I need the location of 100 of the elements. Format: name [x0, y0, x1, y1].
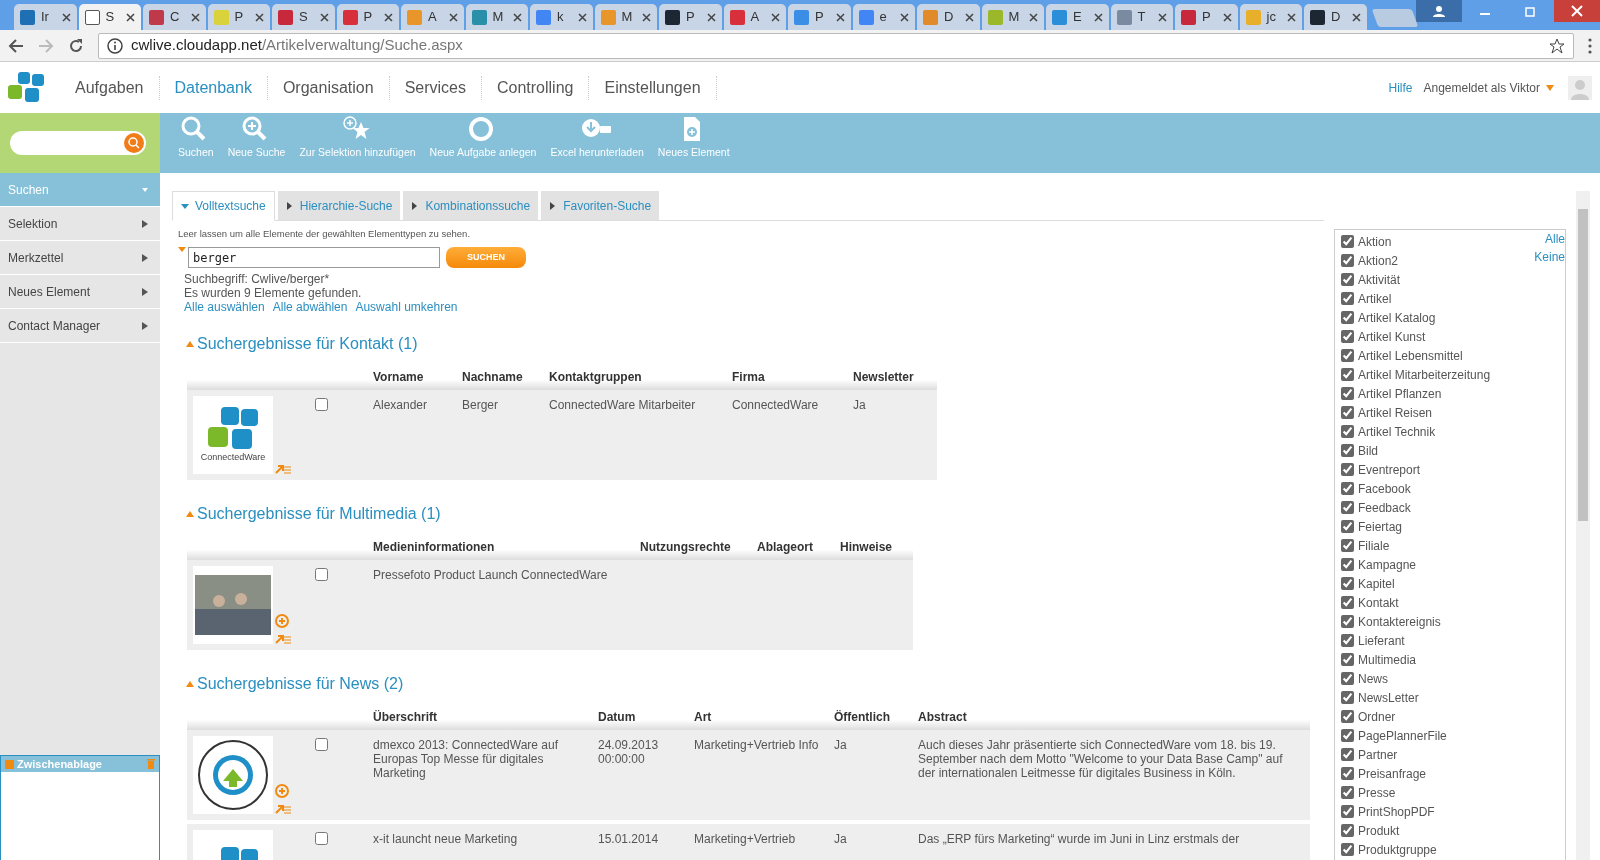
- browser-tab[interactable]: jc: [1239, 4, 1302, 30]
- type-checkbox[interactable]: [1341, 805, 1354, 818]
- browser-tab[interactable]: P: [207, 4, 270, 30]
- browser-tab[interactable]: C: [143, 4, 206, 30]
- search-input[interactable]: berger: [188, 247, 440, 269]
- address-bar[interactable]: cwlive.cloudapp.net/Artikelverwaltung/Suche.aspx: [98, 32, 1574, 59]
- type-checkbox[interactable]: [1341, 843, 1354, 856]
- close-icon[interactable]: [577, 12, 587, 22]
- close-icon[interactable]: [1351, 12, 1361, 22]
- reload-icon[interactable]: [68, 37, 84, 54]
- bookmark-star-icon[interactable]: [1549, 37, 1565, 54]
- browser-tab[interactable]: D: [917, 4, 980, 30]
- type-checkbox[interactable]: [1341, 254, 1354, 267]
- close-icon[interactable]: [835, 12, 845, 22]
- browser-tab[interactable]: e: [852, 4, 915, 30]
- logo-icon[interactable]: [8, 71, 44, 104]
- browser-tab[interactable]: M: [981, 4, 1044, 30]
- browser-tab[interactable]: k: [530, 4, 593, 30]
- nav-tab[interactable]: Einstellungen: [589, 75, 717, 100]
- close-icon[interactable]: [190, 12, 200, 22]
- type-checkbox[interactable]: [1341, 482, 1354, 495]
- row-checkbox[interactable]: [315, 398, 328, 412]
- type-checkbox[interactable]: [1341, 824, 1354, 837]
- browser-tab[interactable]: M: [594, 4, 657, 30]
- type-checkbox[interactable]: [1341, 235, 1354, 248]
- type-checkbox[interactable]: [1341, 634, 1354, 647]
- type-checkbox[interactable]: [1341, 729, 1354, 742]
- close-icon[interactable]: [642, 12, 651, 22]
- close-icon[interactable]: [1029, 12, 1038, 22]
- type-checkbox[interactable]: [1341, 691, 1354, 704]
- select-none-link[interactable]: Keine: [1534, 248, 1565, 266]
- sidebar-item[interactable]: Neues Element: [0, 275, 160, 309]
- close-icon[interactable]: [771, 12, 780, 22]
- type-checkbox[interactable]: [1341, 596, 1354, 609]
- browser-tab[interactable]: A: [723, 4, 786, 30]
- close-icon[interactable]: [255, 12, 264, 22]
- type-checkbox[interactable]: [1341, 311, 1354, 324]
- nav-tab[interactable]: Services: [389, 75, 482, 100]
- type-checkbox[interactable]: [1341, 539, 1354, 552]
- sidebar-item[interactable]: Contact Manager: [0, 309, 160, 343]
- type-checkbox[interactable]: [1341, 349, 1354, 362]
- nav-tab[interactable]: Organisation: [267, 75, 390, 100]
- row-checkbox[interactable]: [315, 738, 328, 752]
- nav-tab[interactable]: Datenbank: [159, 75, 268, 100]
- type-checkbox[interactable]: [1341, 653, 1354, 666]
- type-checkbox[interactable]: [1341, 406, 1354, 419]
- browser-tab[interactable]: S: [272, 4, 335, 30]
- search-tab[interactable]: Volltextsuche: [172, 191, 275, 221]
- new-tab-button[interactable]: [1371, 9, 1418, 27]
- type-checkbox[interactable]: [1341, 710, 1354, 723]
- type-checkbox[interactable]: [1341, 463, 1354, 476]
- search-field[interactable]: [10, 131, 146, 155]
- close-icon[interactable]: [1287, 12, 1296, 22]
- browser-tab[interactable]: D: [1304, 4, 1367, 30]
- close-icon[interactable]: [319, 12, 329, 22]
- close-icon[interactable]: [1093, 12, 1103, 22]
- type-checkbox[interactable]: [1341, 615, 1354, 628]
- selection-link[interactable]: Alle auswählen: [184, 300, 265, 315]
- close-icon[interactable]: [384, 12, 393, 22]
- scrollbar-thumb[interactable]: [1578, 209, 1588, 521]
- type-checkbox[interactable]: [1341, 425, 1354, 438]
- browser-tab[interactable]: Ir: [14, 4, 77, 30]
- close-icon[interactable]: [1222, 12, 1232, 22]
- browser-tab[interactable]: S: [78, 4, 141, 30]
- browser-tab[interactable]: P: [1175, 4, 1238, 30]
- type-checkbox[interactable]: [1341, 672, 1354, 685]
- user-icon[interactable]: [1416, 0, 1463, 22]
- type-checkbox[interactable]: [1341, 520, 1354, 533]
- sidebar-item[interactable]: Merkzettel: [0, 241, 160, 275]
- select-all-link[interactable]: Alle: [1545, 230, 1565, 248]
- menu-icon[interactable]: [1588, 37, 1592, 54]
- close-icon[interactable]: [61, 12, 71, 22]
- back-icon[interactable]: [8, 37, 24, 54]
- selection-link[interactable]: Alle abwählen: [272, 300, 348, 315]
- close-icon[interactable]: [448, 12, 458, 22]
- sidebar-item[interactable]: Selektion: [0, 207, 160, 241]
- browser-tab[interactable]: M: [465, 4, 528, 30]
- row-checkbox[interactable]: [315, 832, 328, 846]
- help-link[interactable]: Hilfe: [1388, 78, 1413, 97]
- browser-tab[interactable]: E: [1046, 4, 1109, 30]
- type-checkbox[interactable]: [1341, 368, 1354, 381]
- search-icon[interactable]: [124, 133, 144, 153]
- type-checkbox[interactable]: [1341, 273, 1354, 286]
- nav-tab[interactable]: Aufgaben: [60, 75, 160, 100]
- type-checkbox[interactable]: [1341, 577, 1354, 590]
- close-icon[interactable]: [1554, 0, 1600, 22]
- close-icon[interactable]: [126, 12, 135, 22]
- type-checkbox[interactable]: [1341, 767, 1354, 780]
- type-checkbox[interactable]: [1341, 558, 1354, 571]
- close-icon[interactable]: [900, 12, 909, 22]
- browser-tab[interactable]: A: [401, 4, 464, 30]
- type-checkbox[interactable]: [1341, 330, 1354, 343]
- type-checkbox[interactable]: [1341, 444, 1354, 457]
- browser-tab[interactable]: P: [336, 4, 399, 30]
- row-checkbox[interactable]: [315, 568, 328, 582]
- type-checkbox[interactable]: [1341, 501, 1354, 514]
- type-checkbox[interactable]: [1341, 292, 1354, 305]
- type-checkbox[interactable]: [1341, 786, 1354, 799]
- user-menu[interactable]: Angemeldet als Viktor: [1417, 77, 1560, 98]
- selection-link[interactable]: Auswahl umkehren: [355, 300, 458, 315]
